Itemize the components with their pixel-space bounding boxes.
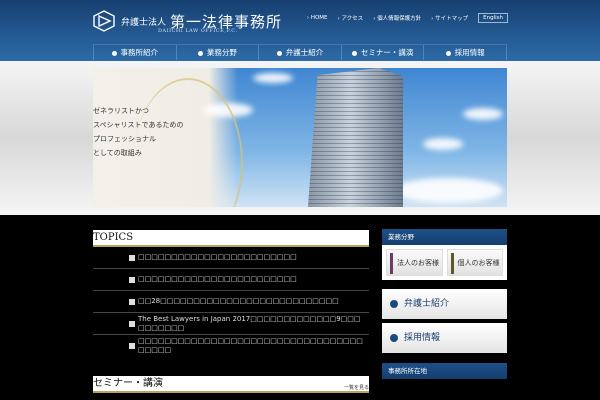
practice-heading: 業務分野 xyxy=(382,229,507,245)
logo[interactable]: 弁護士法人 第一法律事務所 DAIICHI LAW OFFICE,P.C. xyxy=(93,10,282,34)
recruit-label: 採用情報 xyxy=(404,333,441,343)
corporate-button[interactable]: 法人のお客様 xyxy=(386,249,443,276)
topic-item[interactable]: □□□□□□□□□□□□□□□□□□□□□□□□ xyxy=(93,269,369,291)
hero-copy: ゼネラリストかつ スペシャリストであるための プロフェッショナル としての取組み xyxy=(93,104,183,160)
bullet-icon xyxy=(197,50,203,56)
topic-text: □□28□□□□□□□□□□□□□□□□□□□□□□□□□□□ xyxy=(138,297,339,305)
corporate-label: 法人のお客様 xyxy=(397,259,439,267)
topic-item[interactable]: □□28□□□□□□□□□□□□□□□□□□□□□□□□□□□ xyxy=(93,291,369,313)
util-access[interactable]: › アクセス xyxy=(338,14,364,22)
bullet-icon xyxy=(129,343,135,349)
nav-seminar[interactable]: セミナー・講演 xyxy=(340,45,424,60)
util-home[interactable]: › HOME xyxy=(307,15,328,21)
hero-line: としての取組み xyxy=(93,149,142,157)
nav-practice[interactable]: 業務分野 xyxy=(175,45,259,60)
util-privacy-label: 個人情報保護方針 xyxy=(377,16,422,22)
hero: ゼネラリストかつ スペシャリストであるための プロフェッショナル としての取組み xyxy=(0,61,600,215)
bullet-icon xyxy=(129,298,135,305)
nav-label: 弁護士紹介 xyxy=(285,48,324,57)
individual-label: 個人のお客様 xyxy=(457,259,500,267)
recruit-banner[interactable]: 採用情報 xyxy=(382,323,507,353)
building-image xyxy=(308,68,403,207)
location-heading: 事務所所在地 xyxy=(382,363,507,379)
hero-line: スペシャリストであるための xyxy=(93,121,184,129)
bullet-icon xyxy=(445,50,451,56)
bullet-icon xyxy=(351,50,357,56)
customer-buttons: 法人のお客様 個人のお客様 xyxy=(382,245,507,280)
util-access-label: アクセス xyxy=(341,16,364,22)
topic-text: The Best Lawyers in Japan 2017□□□□□□□□□□… xyxy=(138,314,361,332)
main-nav: 事務所紹介 業務分野 弁護士紹介 セミナー・講演 採用情報 xyxy=(93,44,507,60)
nav-label: 業務分野 xyxy=(206,48,237,57)
hero-line: プロフェッショナル xyxy=(93,135,156,143)
topics-heading: TOPICS xyxy=(93,230,369,247)
topic-text: □□□□□□□□□□□□□□□□□□□□□□□□□□□□□□□□□□□□□□□ xyxy=(138,337,363,354)
english-button[interactable]: English xyxy=(478,13,508,23)
topic-item[interactable]: □□□□□□□□□□□□□□□□□□□□□□□□ xyxy=(93,247,369,269)
bullet-icon xyxy=(129,254,135,261)
nav-office[interactable]: 事務所紹介 xyxy=(93,45,176,60)
lawyers-label: 弁護士紹介 xyxy=(404,299,450,309)
lawyers-banner[interactable]: 弁護士紹介 xyxy=(382,289,507,319)
bullet-icon xyxy=(129,276,135,283)
hero-line: ゼネラリストかつ xyxy=(93,107,149,115)
header: 弁護士法人 第一法律事務所 DAIICHI LAW OFFICE,P.C. › … xyxy=(0,0,600,61)
nav-label: セミナー・講演 xyxy=(360,48,414,57)
bullet-icon xyxy=(111,50,117,56)
util-sitemap-label: サイトマップ xyxy=(435,16,469,22)
logo-small-text: 弁護士法人 xyxy=(121,17,167,28)
topic-text: □□□□□□□□□□□□□□□□□□□□□□□□ xyxy=(138,253,297,261)
nav-label: 事務所紹介 xyxy=(120,48,159,57)
individual-button[interactable]: 個人のお客様 xyxy=(446,249,503,276)
util-home-label: HOME xyxy=(310,15,328,21)
bullet-icon xyxy=(129,320,135,327)
util-privacy[interactable]: › 個人情報保護方針 xyxy=(373,14,421,22)
topic-item[interactable]: The Best Lawyers in Japan 2017□□□□□□□□□□… xyxy=(93,313,369,335)
topic-text: □□□□□□□□□□□□□□□□□□□□□□□□ xyxy=(138,275,297,283)
nav-recruit[interactable]: 採用情報 xyxy=(423,45,507,60)
arrow-icon xyxy=(390,300,398,308)
topic-item[interactable]: □□□□□□□□□□□□□□□□□□□□□□□□□□□□□□□□□□□□□□□ xyxy=(93,335,369,357)
hero-image: ゼネラリストかつ スペシャリストであるための プロフェッショナル としての取組み xyxy=(93,68,507,207)
seminar-heading: セミナー・講演 一覧を見る xyxy=(93,376,369,393)
seminar-more-link[interactable]: 一覧を見る xyxy=(344,380,369,396)
utility-links: › HOME › アクセス › 個人情報保護方針 › サイトマップ Englis… xyxy=(307,13,508,23)
arrow-icon xyxy=(390,334,398,342)
bullet-icon xyxy=(276,50,282,56)
util-sitemap[interactable]: › サイトマップ xyxy=(431,14,468,22)
nav-label: 採用情報 xyxy=(454,48,485,57)
seminar-title: セミナー・講演 xyxy=(93,378,163,389)
nav-lawyers[interactable]: 弁護士紹介 xyxy=(258,45,341,60)
logo-icon xyxy=(93,10,115,32)
logo-en-text: DAIICHI LAW OFFICE,P.C. xyxy=(158,28,238,34)
